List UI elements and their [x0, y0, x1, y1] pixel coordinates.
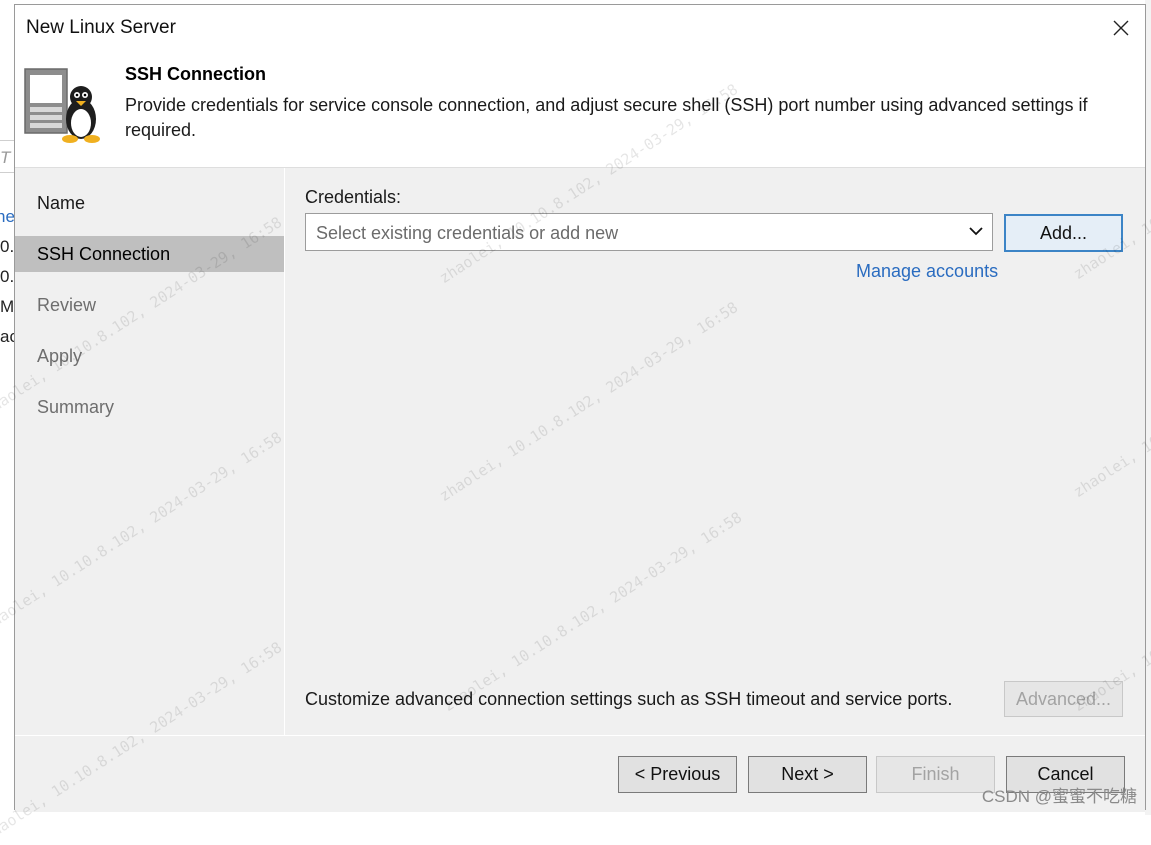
wizard-header: SSH Connection Provide credentials for s… [15, 49, 1145, 168]
advanced-settings-text: Customize advanced connection settings s… [305, 689, 953, 709]
linux-server-icon [24, 68, 100, 143]
new-linux-server-dialog: New Linux Server SSH Connection Provide … [14, 4, 1147, 812]
add-credentials-button[interactable]: Add... [1004, 214, 1123, 252]
background-text: 0. [0, 267, 15, 286]
wizard-footer: < Previous Next > Finish Cancel [15, 735, 1145, 812]
csdn-credit: CSDN @蜜蜜不吃糖 [981, 787, 1137, 806]
page-title: SSH Connection [125, 64, 267, 84]
step-apply: Apply [37, 346, 83, 366]
step-name[interactable]: Name [15, 185, 284, 221]
step-summary: Summary [37, 397, 115, 417]
chevron-down-icon [969, 227, 983, 236]
credentials-dropdown[interactable]: Select existing credentials or add new [305, 213, 993, 251]
close-button[interactable] [1103, 11, 1139, 45]
divider [0, 172, 14, 173]
close-icon [1113, 20, 1129, 36]
background-window: T ne 0. 0. M ac [0, 0, 18, 815]
background-text: T [0, 148, 11, 167]
step-content: Credentials: Select existing credentials… [285, 168, 1147, 735]
dialog-title: New Linux Server [26, 17, 176, 38]
step-review: Review [37, 295, 97, 315]
step-ssh-connection[interactable]: SSH Connection [15, 236, 284, 272]
background-text: 0. [0, 237, 15, 256]
finish-button[interactable]: Finish [876, 756, 995, 793]
advanced-button[interactable]: Advanced... [1004, 681, 1123, 717]
credentials-label: Credentials: [305, 187, 402, 207]
page-description: Provide credentials for service console … [125, 95, 1088, 140]
divider [0, 140, 14, 141]
credentials-placeholder: Select existing credentials or add new [316, 223, 619, 243]
previous-button[interactable]: < Previous [618, 756, 737, 793]
background-text: ne [0, 207, 15, 226]
wizard-steps: Name SSH Connection Review Apply Summary [15, 168, 285, 735]
manage-accounts-link[interactable]: Manage accounts [856, 261, 998, 282]
title-bar: New Linux Server [15, 5, 1145, 49]
background-text: M [0, 297, 15, 316]
next-button[interactable]: Next > [748, 756, 867, 793]
